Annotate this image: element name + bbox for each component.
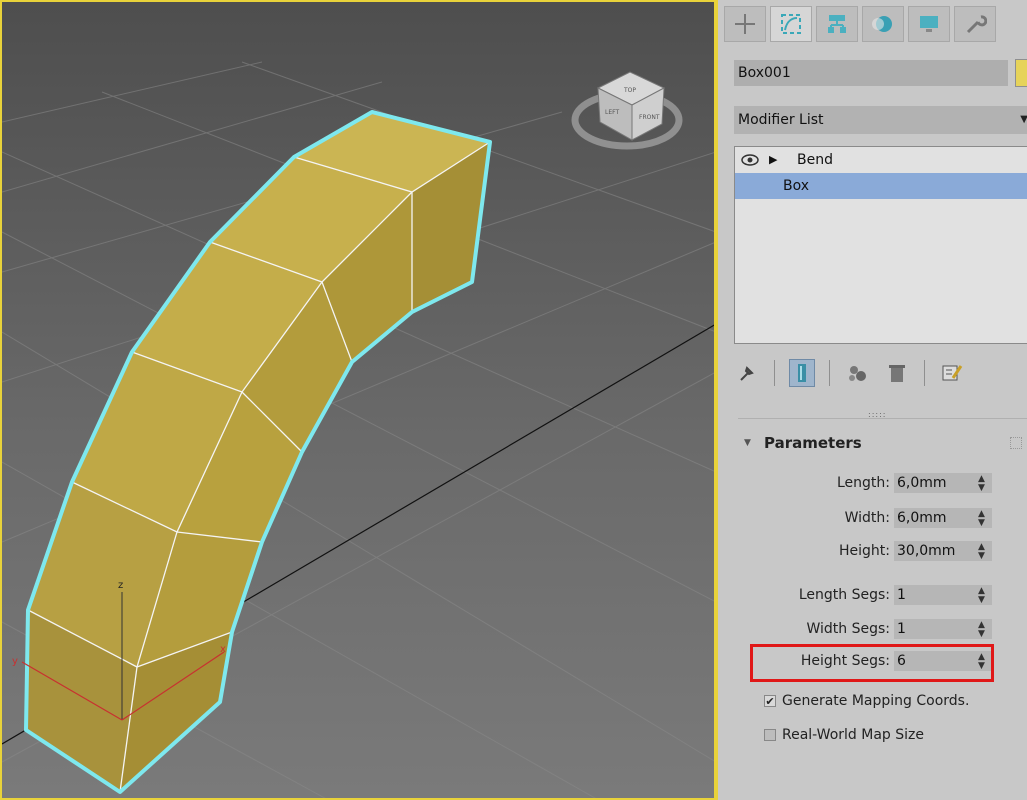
motion-icon [872, 16, 892, 32]
width-param: Width: 6,0mm ▲ ▼ [734, 507, 994, 529]
display-tab[interactable] [908, 6, 950, 42]
stack-item-bend[interactable]: ▶ Bend [735, 147, 1027, 173]
length-label: Length: [836, 475, 890, 491]
modifier-stack: ▶ Bend Box [734, 146, 1027, 344]
modifier-list-dropdown[interactable]: Modifier List ▼ [734, 106, 1027, 134]
checkbox-unchecked-icon[interactable] [764, 729, 776, 741]
toolbar-divider [924, 360, 925, 386]
spinner-arrows-icon[interactable]: ▲ ▼ [978, 621, 985, 639]
utilities-tab[interactable] [954, 6, 996, 42]
parameters-rollout: ▼ Parameters Length: 6,0mm ▲ ▼ Width: 6,0… [734, 428, 1027, 798]
eye-icon[interactable] [741, 153, 759, 167]
spinner-arrows-icon[interactable]: ▲ ▼ [978, 510, 985, 528]
viewcube[interactable]: TOP FRONT LEFT [571, 71, 683, 150]
width-segs-param: Width Segs: 1 ▲ ▼ [734, 618, 1004, 640]
height-param: Height: 30,0mm ▲ ▼ [734, 540, 994, 562]
configure-icon [942, 365, 963, 381]
pin-icon [740, 366, 754, 381]
display-icon [920, 16, 938, 32]
create-tab[interactable] [724, 6, 766, 42]
dropdown-arrow-icon: ▼ [1020, 114, 1027, 125]
collapse-icon: ▼ [744, 438, 751, 448]
object-name-field[interactable]: Box001 [734, 60, 1008, 86]
rollout-pin-icon [1010, 437, 1022, 449]
viewcube-front-label: FRONT [639, 114, 660, 121]
perspective-viewport[interactable]: z y x TOP FRONT LEFT [0, 0, 714, 800]
make-unique-icon [849, 366, 866, 381]
stack-toolbar [734, 356, 1027, 390]
remove-modifier-button[interactable] [884, 359, 910, 387]
viewcube-top-label: TOP [623, 87, 636, 94]
viewcube-left-label: LEFT [605, 109, 619, 116]
parameters-rollout-header[interactable]: ▼ Parameters [734, 428, 1027, 458]
stack-item-label: Box [783, 178, 810, 194]
command-panel-tabs [724, 6, 996, 42]
length-segs-param: Length Segs: 1 ▲ ▼ [734, 584, 1004, 606]
width-segs-label: Width Segs: [806, 621, 890, 637]
spinner-arrows-icon[interactable]: ▲ ▼ [978, 587, 985, 605]
trash-icon [889, 365, 905, 382]
width-label: Width: [844, 510, 890, 526]
height-label: Height: [839, 543, 890, 559]
axis-x-label: x [220, 644, 226, 655]
generate-mapping-coords-checkbox[interactable]: ✔ Generate Mapping Coords. [764, 690, 1024, 712]
rollout-title: Parameters [764, 434, 862, 452]
pin-stack-button[interactable] [734, 359, 760, 387]
toolbar-divider [829, 360, 830, 386]
spinner-arrows-icon[interactable]: ▲ ▼ [978, 475, 985, 493]
stack-item-box[interactable]: Box [735, 173, 1027, 199]
modify-tab[interactable] [770, 6, 812, 42]
axis-z-label: z [118, 580, 123, 591]
create-icon [735, 14, 755, 34]
modifier-list-label: Modifier List [738, 112, 824, 128]
show-end-result-button[interactable] [789, 359, 815, 387]
stack-item-label: Bend [797, 152, 833, 168]
height-segs-highlight-box [750, 644, 994, 682]
hierarchy-icon [828, 15, 846, 33]
object-color-swatch[interactable] [1015, 59, 1027, 87]
motion-tab[interactable] [862, 6, 904, 42]
panel-divider [738, 418, 1027, 419]
real-world-label: Real-World Map Size [782, 727, 924, 743]
expand-arrow-icon[interactable]: ▶ [769, 147, 777, 173]
configure-modifier-sets-button[interactable] [939, 359, 965, 387]
modify-icon [781, 14, 801, 34]
generate-mapping-label: Generate Mapping Coords. [782, 693, 970, 709]
end-result-icon [798, 364, 806, 382]
axis-y-label: y [12, 656, 18, 667]
make-unique-button[interactable] [844, 359, 870, 387]
hierarchy-tab[interactable] [816, 6, 858, 42]
real-world-map-size-checkbox[interactable]: Real-World Map Size [764, 724, 1024, 746]
length-param: Length: 6,0mm ▲ ▼ [734, 472, 994, 494]
viewport-scene: z y x TOP FRONT LEFT [2, 61, 714, 798]
checkbox-checked-icon[interactable]: ✔ [764, 695, 776, 707]
length-segs-label: Length Segs: [798, 587, 890, 603]
bent-box-object[interactable] [24, 110, 492, 794]
toolbar-divider [774, 360, 775, 386]
spinner-arrows-icon[interactable]: ▲ ▼ [978, 543, 985, 561]
utilities-icon [966, 15, 987, 34]
